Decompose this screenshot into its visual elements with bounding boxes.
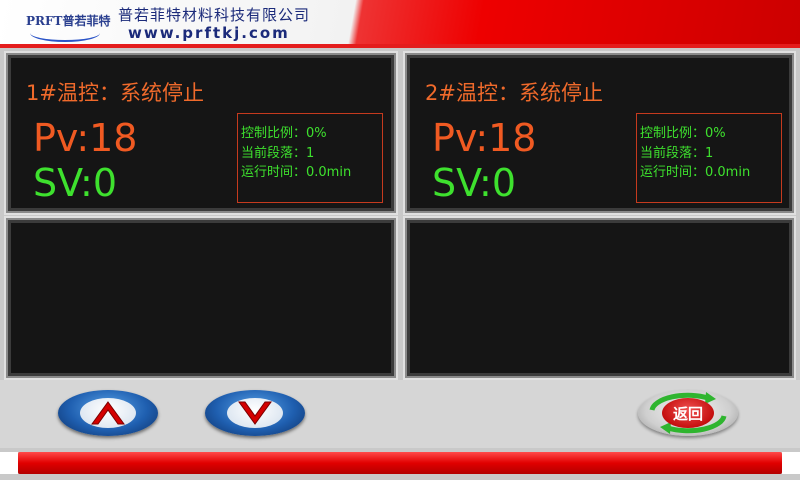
company-name: 普若菲特材料科技有限公司 xyxy=(118,6,311,24)
panel-2-pv-value: Pv:18 xyxy=(432,116,537,160)
company-logo: PRFT普若菲特 xyxy=(14,6,111,42)
chevron-down-icon xyxy=(238,401,272,425)
logo-text: PRFT普若菲特 xyxy=(26,14,111,28)
panel-2-control-ratio: 控制比例：0% xyxy=(640,126,726,141)
empty-panel-3 xyxy=(6,218,396,378)
footer-right-cap xyxy=(782,452,800,474)
panel-1-current-segment: 当前段落：1 xyxy=(241,146,315,161)
page-down-button[interactable] xyxy=(205,390,305,436)
panel-1-pv-value: Pv:18 xyxy=(33,116,138,160)
panel-1-info-box: 控制比例：0% 当前段落：1 运行时间：0.0min xyxy=(237,113,383,203)
header-banner: PRFT普若菲特 普若菲特材料科技有限公司 www.prftkj.com xyxy=(0,0,800,48)
panel-1-run-time: 运行时间：0.0min xyxy=(241,165,352,180)
panel-1-control-ratio: 控制比例：0% xyxy=(241,126,327,141)
back-button-label: 返回 xyxy=(672,405,703,423)
footer-left-cap xyxy=(0,452,18,474)
back-button[interactable]: 返回 xyxy=(638,390,738,436)
temp-control-panel-2: 2#温控：系统停止 Pv:18 SV:0 控制比例：0% 当前段落：1 运行时间… xyxy=(405,53,794,213)
panel-1-sv-value: SV:0 xyxy=(33,161,117,205)
panel-2-status-title: 2#温控：系统停止 xyxy=(425,81,603,105)
empty-panel-4 xyxy=(405,218,794,378)
website-url: www.prftkj.com xyxy=(128,24,290,42)
page-up-button[interactable] xyxy=(58,390,158,436)
panel-2-info-box: 控制比例：0% 当前段落：1 运行时间：0.0min xyxy=(636,113,782,203)
panel-2-current-segment: 当前段落：1 xyxy=(640,146,714,161)
panel-1-status-title: 1#温控：系统停止 xyxy=(26,81,204,105)
chevron-up-icon xyxy=(91,401,125,425)
panel-2-run-time: 运行时间：0.0min xyxy=(640,165,751,180)
footer-red-bar xyxy=(18,452,782,474)
temp-control-panel-1: 1#温控：系统停止 Pv:18 SV:0 控制比例：0% 当前段落：1 运行时间… xyxy=(6,53,396,213)
panel-2-sv-value: SV:0 xyxy=(432,161,516,205)
